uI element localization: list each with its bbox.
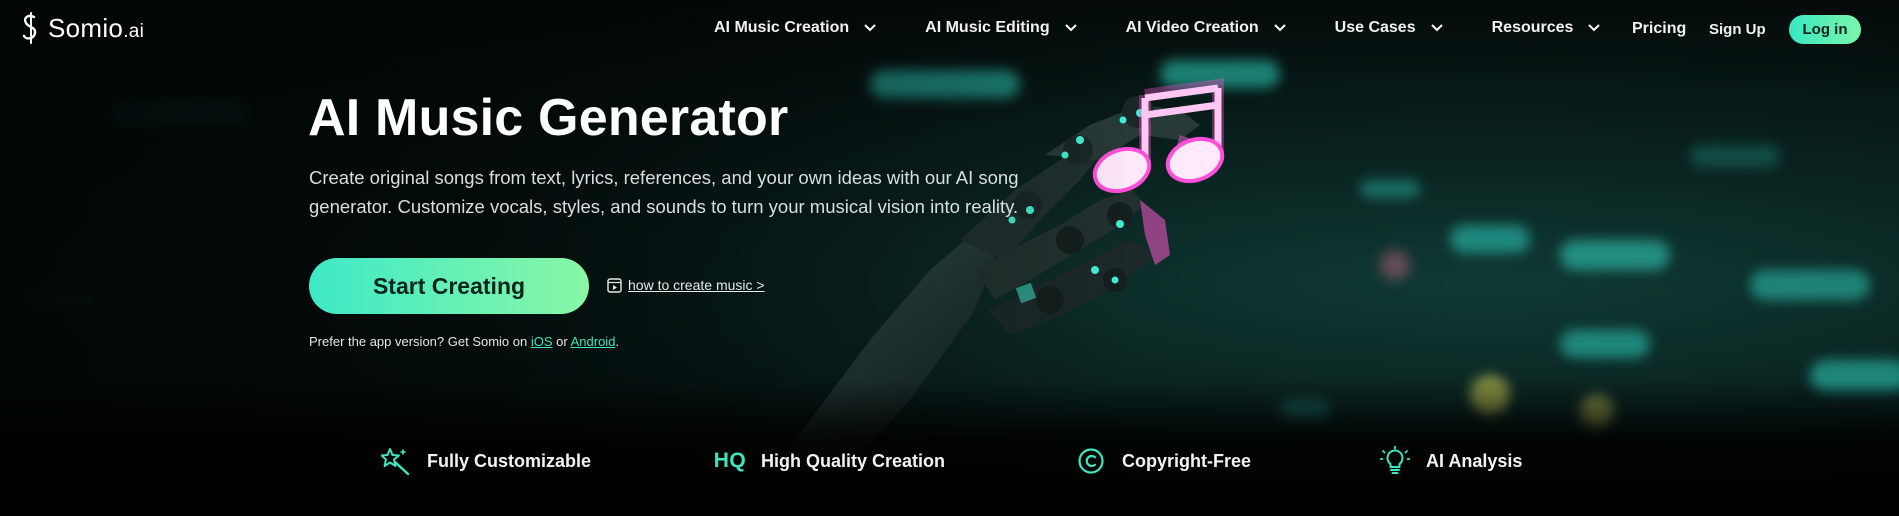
menu-ai-video-creation[interactable]: AI Video Creation xyxy=(1126,19,1287,37)
main-menu: AI Music Creation AI Music Editing AI Vi… xyxy=(714,19,1601,37)
ios-link[interactable]: iOS xyxy=(531,334,553,349)
app-version-note: Prefer the app version? Get Somio on iOS… xyxy=(309,334,620,349)
menu-ai-music-creation[interactable]: AI Music Creation xyxy=(714,19,877,37)
menu-label: Use Cases xyxy=(1334,19,1416,36)
feature-label: Fully Customizable xyxy=(427,450,592,471)
pricing-link[interactable]: Pricing xyxy=(1632,20,1686,38)
copyright-icon xyxy=(1076,446,1106,476)
chevron-down-icon xyxy=(1588,24,1601,32)
feature-fully-customizable: Fully Customizable xyxy=(381,446,591,476)
feature-copyright-free: Copyright-Free xyxy=(1076,446,1251,476)
android-link[interactable]: Android xyxy=(571,334,616,349)
menu-resources[interactable]: Resources xyxy=(1492,19,1602,37)
chevron-down-icon xyxy=(1064,24,1077,32)
menu-ai-music-editing[interactable]: AI Music Editing xyxy=(925,19,1077,37)
magic-wand-icon xyxy=(381,446,411,476)
feature-ai-analysis: AI Analysis xyxy=(1380,446,1522,476)
start-creating-button[interactable]: Start Creating xyxy=(309,258,589,314)
top-navbar: Somio.ai AI Music Creation AI Music Edit… xyxy=(0,0,1899,60)
menu-label: Resources xyxy=(1491,19,1574,36)
feature-label: High Quality Creation xyxy=(761,450,946,471)
login-button[interactable]: Log in xyxy=(1789,15,1861,44)
page-title: AI Music Generator xyxy=(308,89,789,147)
signup-link[interactable]: Sign Up xyxy=(1709,21,1766,38)
lightbulb-icon xyxy=(1380,446,1410,476)
menu-use-cases[interactable]: Use Cases xyxy=(1335,19,1444,37)
video-play-icon xyxy=(607,277,622,293)
feature-label: Copyright-Free xyxy=(1122,450,1252,471)
hq-badge-icon: HQ xyxy=(713,449,747,472)
somio-logo-icon xyxy=(22,12,37,44)
menu-label: AI Music Editing xyxy=(925,19,1050,36)
menu-label: AI Music Creation xyxy=(714,19,850,36)
how-to-create-music-link[interactable]: how to create music > xyxy=(607,277,765,293)
feature-label: AI Analysis xyxy=(1426,450,1523,471)
chevron-down-icon xyxy=(1430,24,1443,32)
brand-logo[interactable]: Somio.ai xyxy=(20,12,144,44)
chevron-down-icon xyxy=(1273,24,1286,32)
hero-background xyxy=(0,0,1899,516)
brand-name: Somio.ai xyxy=(48,12,145,43)
how-to-label: how to create music > xyxy=(628,277,765,293)
menu-label: AI Video Creation xyxy=(1125,19,1259,36)
chevron-down-icon xyxy=(864,24,876,32)
feature-high-quality-creation: HQ High Quality Creation xyxy=(713,446,946,476)
hero-description: Create original songs from text, lyrics,… xyxy=(309,167,1019,217)
